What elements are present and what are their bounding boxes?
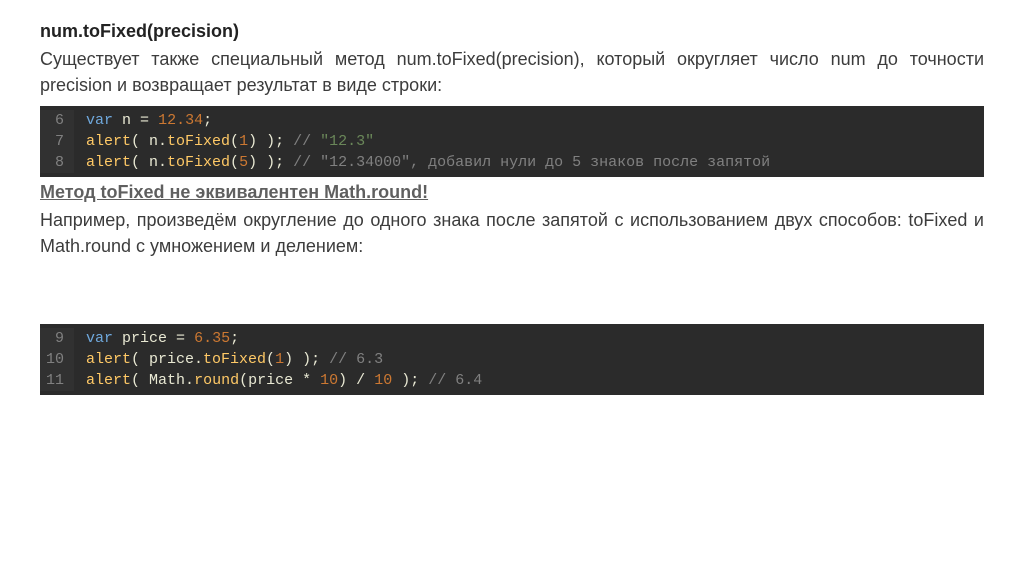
code-block-1: 6var n = 12.34;7alert( n.toFixed(1) ); /…: [40, 106, 984, 177]
line-number: 10: [40, 349, 74, 370]
section-heading: num.toFixed(precision): [40, 18, 984, 44]
line-number: 9: [40, 328, 74, 349]
section-subheading: Метод toFixed не эквивалентен Math.round…: [40, 179, 984, 205]
code-text: alert( n.toFixed(1) ); // "12.3": [74, 131, 984, 152]
code-line: 7alert( n.toFixed(1) ); // "12.3": [40, 131, 984, 152]
code-text: var n = 12.34;: [74, 110, 984, 131]
code-text: alert( price.toFixed(1) ); // 6.3: [74, 349, 984, 370]
code-line: 10alert( price.toFixed(1) ); // 6.3: [40, 349, 984, 370]
section-paragraph: Существует также специальный метод num.t…: [40, 46, 984, 98]
code-line: 11alert( Math.round(price * 10) / 10 ); …: [40, 370, 984, 391]
code-block-2: 9var price = 6.35;10alert( price.toFixed…: [40, 324, 984, 395]
line-number: 8: [40, 152, 74, 173]
section-paragraph-2: Например, произведём округление до одног…: [40, 207, 984, 259]
code-line: 9var price = 6.35;: [40, 328, 984, 349]
code-text: var price = 6.35;: [74, 328, 984, 349]
code-line: 6var n = 12.34;: [40, 110, 984, 131]
line-number: 7: [40, 131, 74, 152]
code-line: 8alert( n.toFixed(5) ); // "12.34000", д…: [40, 152, 984, 173]
code-text: alert( Math.round(price * 10) / 10 ); //…: [74, 370, 984, 391]
code-text: alert( n.toFixed(5) ); // "12.34000", до…: [74, 152, 984, 173]
line-number: 11: [40, 370, 74, 391]
line-number: 6: [40, 110, 74, 131]
